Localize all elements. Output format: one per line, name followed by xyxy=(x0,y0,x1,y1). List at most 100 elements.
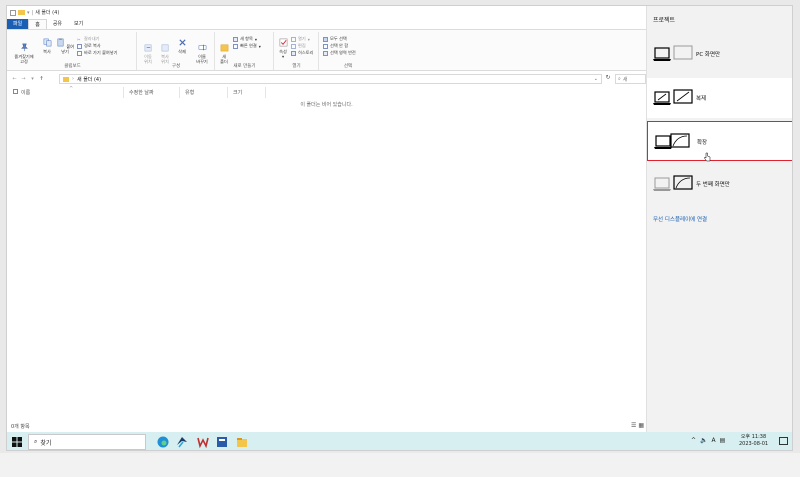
clock-time: 오후 11:38 xyxy=(740,434,767,440)
address-dropdown-icon[interactable]: ⌄ xyxy=(594,76,598,82)
paste-button[interactable]: 붙여넣기 xyxy=(55,38,75,54)
breadcrumb-path: 새 폴더 (4) xyxy=(77,76,102,83)
clipboard-group: 즐겨찾기에 고정 복사 붙여넣기 ✂ 잘라내기 경로 복사 바로 가기 붙여넣기… xyxy=(9,32,137,70)
notification-icon[interactable] xyxy=(779,437,788,445)
project-panel: 프로젝트 PC 화면만 복제 확장 두 번째 화면만 무선 디스플레이에 연결 xyxy=(646,6,792,432)
select-all-icon xyxy=(323,36,328,42)
option-label: PC 화면만 xyxy=(696,52,721,58)
tab-share[interactable]: 공유 xyxy=(47,19,68,29)
search-input[interactable]: ⌕ 새 xyxy=(615,74,646,84)
file-explorer-window: ▾ | 새 폴더 (4) 파일 홈 공유 보기 즐겨찾기에 고정 복사 붙여넣기… xyxy=(7,6,646,432)
tab-view[interactable]: 보기 xyxy=(68,19,89,29)
new-folder-icon xyxy=(220,44,228,52)
search-icon: ⌕ xyxy=(34,438,38,445)
column-name[interactable]: 이름 xyxy=(21,89,30,96)
open-button[interactable]: 열기 ▾ xyxy=(291,36,310,42)
chevron-up-icon[interactable]: ^ xyxy=(691,437,696,444)
properties-check-icon xyxy=(279,38,287,47)
select-group-label: 선택 xyxy=(343,64,353,69)
new-item-button[interactable]: 새 항목 ▾ xyxy=(233,36,257,42)
address-bar-row: ← → ▾ ↑ › 새 폴더 (4) ⌄ ↻ ⌕ 새 xyxy=(7,72,646,86)
volume-icon[interactable]: 🔈 xyxy=(700,437,707,444)
select-none-button[interactable]: 선택 안 함 xyxy=(323,43,348,49)
status-item-count: 0개 항목 xyxy=(11,424,30,430)
invert-selection-button[interactable]: 선택 영역 반전 xyxy=(323,50,356,56)
project-option-extend[interactable]: 확장 xyxy=(647,121,792,162)
recent-chevron-icon[interactable]: ▾ xyxy=(28,76,37,82)
up-arrow-icon[interactable]: ↑ xyxy=(37,76,46,82)
move-icon xyxy=(144,44,151,52)
back-arrow-icon[interactable]: ← xyxy=(10,76,19,82)
taskbar-search[interactable]: ⌕ 찾기 xyxy=(28,434,146,450)
edge-icon[interactable] xyxy=(156,435,170,449)
taskbar: ⌕ 찾기 ^ 🔈 A ▤ 오후 11:38 2023-08-01 xyxy=(7,432,792,450)
app-window-icon[interactable] xyxy=(215,435,229,449)
tab-home[interactable]: 홈 xyxy=(28,19,47,29)
project-option-duplicate[interactable]: 복제 xyxy=(647,78,792,118)
easy-access-icon xyxy=(233,43,238,49)
cut-button[interactable]: ✂ 잘라내기 xyxy=(77,36,99,42)
delete-x-icon xyxy=(178,39,186,46)
address-field[interactable]: › 새 폴더 (4) ⌄ xyxy=(59,74,602,84)
duplicate-icon xyxy=(653,89,693,105)
folder-icon xyxy=(18,10,25,15)
tab-file[interactable]: 파일 xyxy=(7,19,29,29)
breadcrumb-chevron-icon: › xyxy=(72,76,74,82)
paste-shortcut-icon xyxy=(77,50,82,56)
large-icons-view-icon[interactable]: ▦ xyxy=(638,422,644,429)
app-arrow-icon[interactable] xyxy=(175,435,189,449)
easy-access-button[interactable]: 빠른 연결 ▾ xyxy=(233,43,261,49)
column-size[interactable]: 크기 xyxy=(233,89,242,96)
column-date-modified[interactable]: 수정한 날짜 xyxy=(129,89,154,96)
ribbon: 즐겨찾기에 고정 복사 붙여넣기 ✂ 잘라내기 경로 복사 바로 가기 붙여넣기… xyxy=(7,29,646,71)
delete-button[interactable]: 삭제 xyxy=(175,38,189,54)
column-header: 이름 ^ 수정한 날짜 유형 크기 xyxy=(7,86,646,98)
edit-icon xyxy=(291,43,296,49)
invert-selection-icon xyxy=(323,50,328,56)
dropdown-icon[interactable]: ▾ xyxy=(27,10,30,16)
properties-button[interactable]: 속성 ▾ xyxy=(276,38,290,59)
windows-start-icon[interactable] xyxy=(12,437,22,447)
column-type[interactable]: 유형 xyxy=(185,89,194,96)
history-button[interactable]: 히스토리 xyxy=(291,50,313,56)
open-group-label: 열기 xyxy=(292,64,301,69)
new-folder-button[interactable]: 새 폴더 xyxy=(217,38,231,64)
copy-path-icon xyxy=(77,43,82,49)
open-group: 속성 ▾ 열기 ▾ 편집 히스토리 열기 xyxy=(275,32,319,70)
wireless-display-link[interactable]: 무선 디스플레이에 연결 xyxy=(653,215,707,223)
project-option-pc-screen-only[interactable]: PC 화면만 xyxy=(647,34,792,74)
option-label: 복제 xyxy=(696,96,707,102)
copy-button[interactable]: 복사 xyxy=(40,38,54,54)
select-all-button[interactable]: 모두 선택 xyxy=(323,36,347,42)
clipboard-group-label: 클립보드 xyxy=(64,64,81,69)
app-w-icon[interactable] xyxy=(196,435,210,449)
details-view-icon[interactable]: ☰ xyxy=(631,422,636,429)
clock[interactable]: 오후 11:38 2023-08-01 xyxy=(739,434,768,448)
new-group: 새 폴더 새 항목 ▾ 빠른 연결 ▾ 새로 만들기 xyxy=(216,32,274,70)
rename-icon xyxy=(198,44,206,51)
refresh-icon[interactable]: ↻ xyxy=(603,74,613,84)
ime-lang[interactable]: A xyxy=(712,437,716,444)
edit-button[interactable]: 편집 xyxy=(291,43,306,49)
second-screen-only-icon xyxy=(653,175,693,191)
move-to-button[interactable]: 이동 위치 xyxy=(140,38,156,64)
organize-group-label: 구성 xyxy=(171,64,181,69)
copy-to-button[interactable]: 복사 위치 xyxy=(157,38,173,64)
pin-button[interactable]: 즐겨찾기에 고정 xyxy=(11,38,37,64)
pc-screen-only-icon xyxy=(653,45,693,61)
project-option-second-screen-only[interactable]: 두 번째 화면만 xyxy=(647,164,792,204)
file-explorer-icon[interactable] xyxy=(235,435,249,449)
copy-path-button[interactable]: 경로 복사 xyxy=(77,43,101,49)
forward-arrow-icon[interactable]: → xyxy=(19,76,28,82)
network-icon[interactable]: ▤ xyxy=(720,437,726,444)
copy-icon xyxy=(43,38,51,47)
select-group: 모두 선택 선택 안 함 선택 영역 반전 선택 xyxy=(320,32,376,70)
paste-shortcut-button[interactable]: 바로 가기 붙여넣기 xyxy=(77,50,117,56)
sort-caret-icon: ^ xyxy=(69,86,74,92)
open-icon xyxy=(291,36,296,42)
select-all-checkbox[interactable] xyxy=(13,89,18,94)
empty-folder-message: 이 폴더는 비어 있습니다. xyxy=(300,102,353,108)
quick-access-icon[interactable] xyxy=(10,9,16,16)
clock-date: 2023-08-01 xyxy=(739,441,769,447)
rename-button[interactable]: 이름 바꾸기 xyxy=(192,38,212,64)
